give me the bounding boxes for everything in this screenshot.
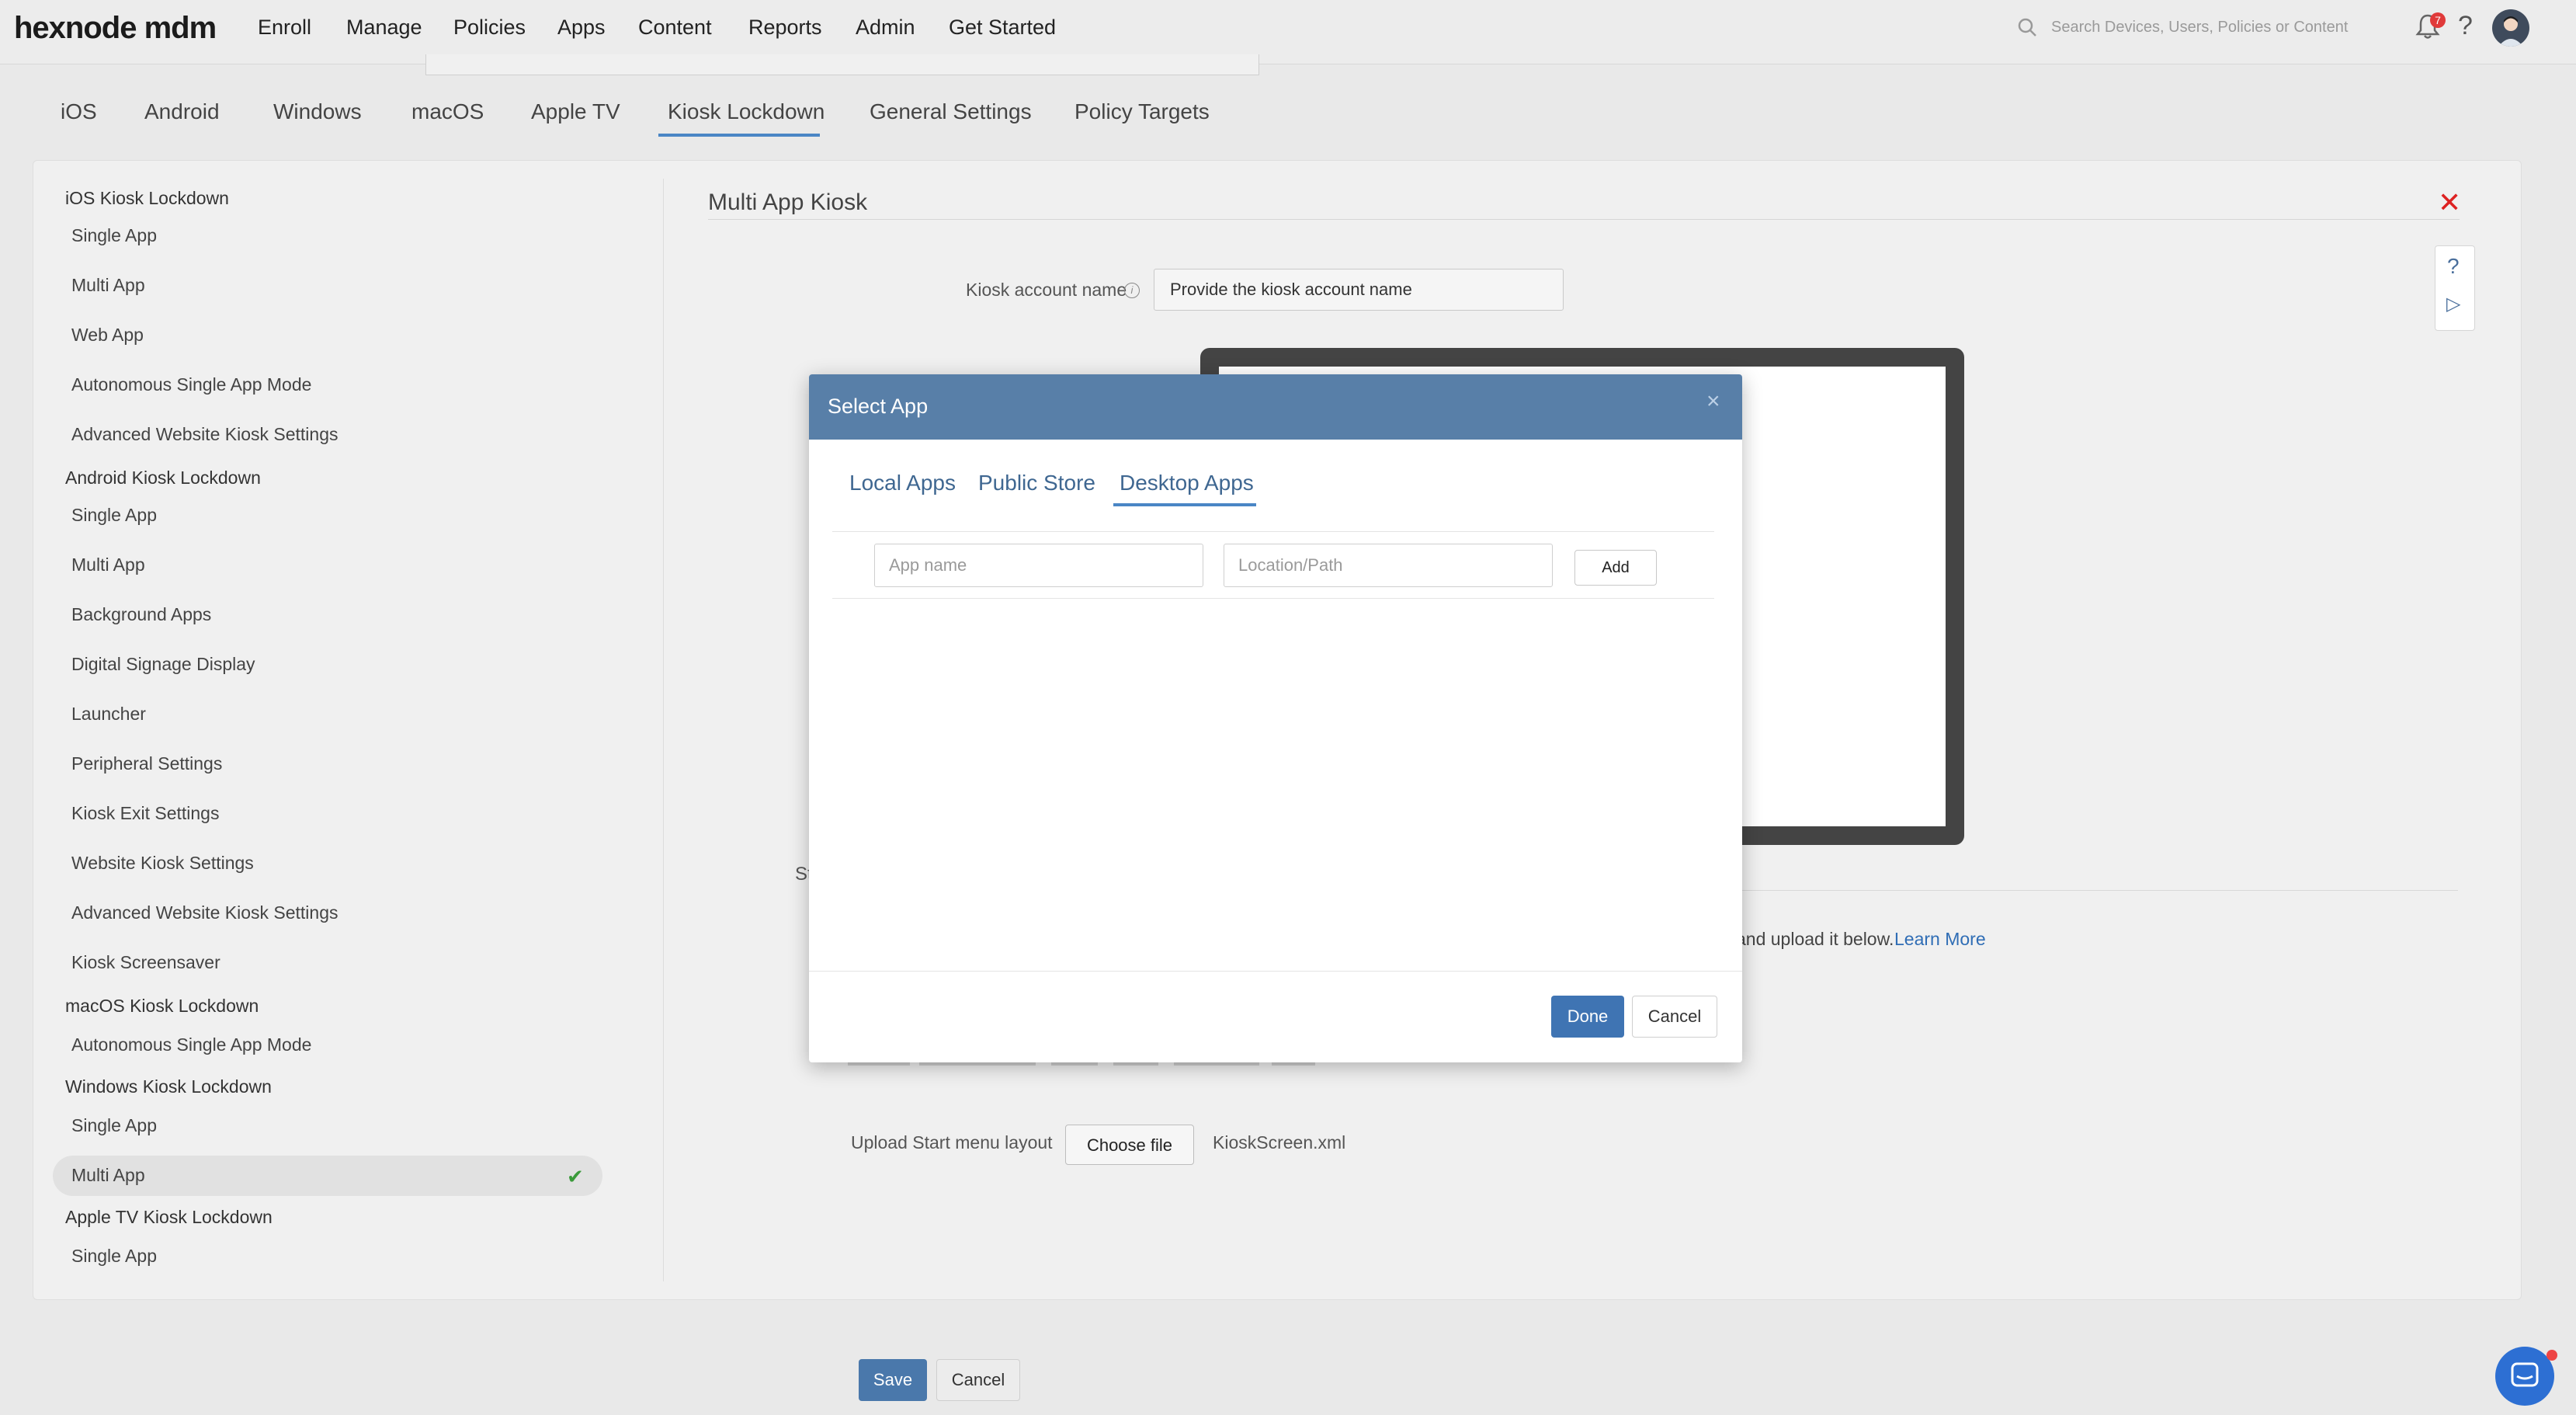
tab-desktop-apps[interactable]: Desktop Apps xyxy=(1120,471,1254,495)
add-app-button[interactable]: Add xyxy=(1574,550,1657,586)
select-app-dialog: Select App × Local Apps Public Store Des… xyxy=(809,374,1742,1062)
dialog-close-icon[interactable]: × xyxy=(1706,388,1720,415)
active-dialog-tab-indicator xyxy=(1113,503,1256,506)
dialog-cancel-button[interactable]: Cancel xyxy=(1632,996,1717,1038)
tab-local-apps[interactable]: Local Apps xyxy=(849,471,956,495)
dialog-footer-divider xyxy=(809,971,1742,972)
app-name-input[interactable]: App name xyxy=(874,544,1203,587)
dialog-divider xyxy=(832,531,1714,532)
done-button[interactable]: Done xyxy=(1551,996,1624,1038)
location-path-input[interactable]: Location/Path xyxy=(1224,544,1553,587)
tab-public-store[interactable]: Public Store xyxy=(978,471,1095,495)
dialog-divider xyxy=(832,598,1714,599)
dialog-title: Select App xyxy=(828,395,929,418)
dialog-header: Select App × xyxy=(809,374,1742,440)
